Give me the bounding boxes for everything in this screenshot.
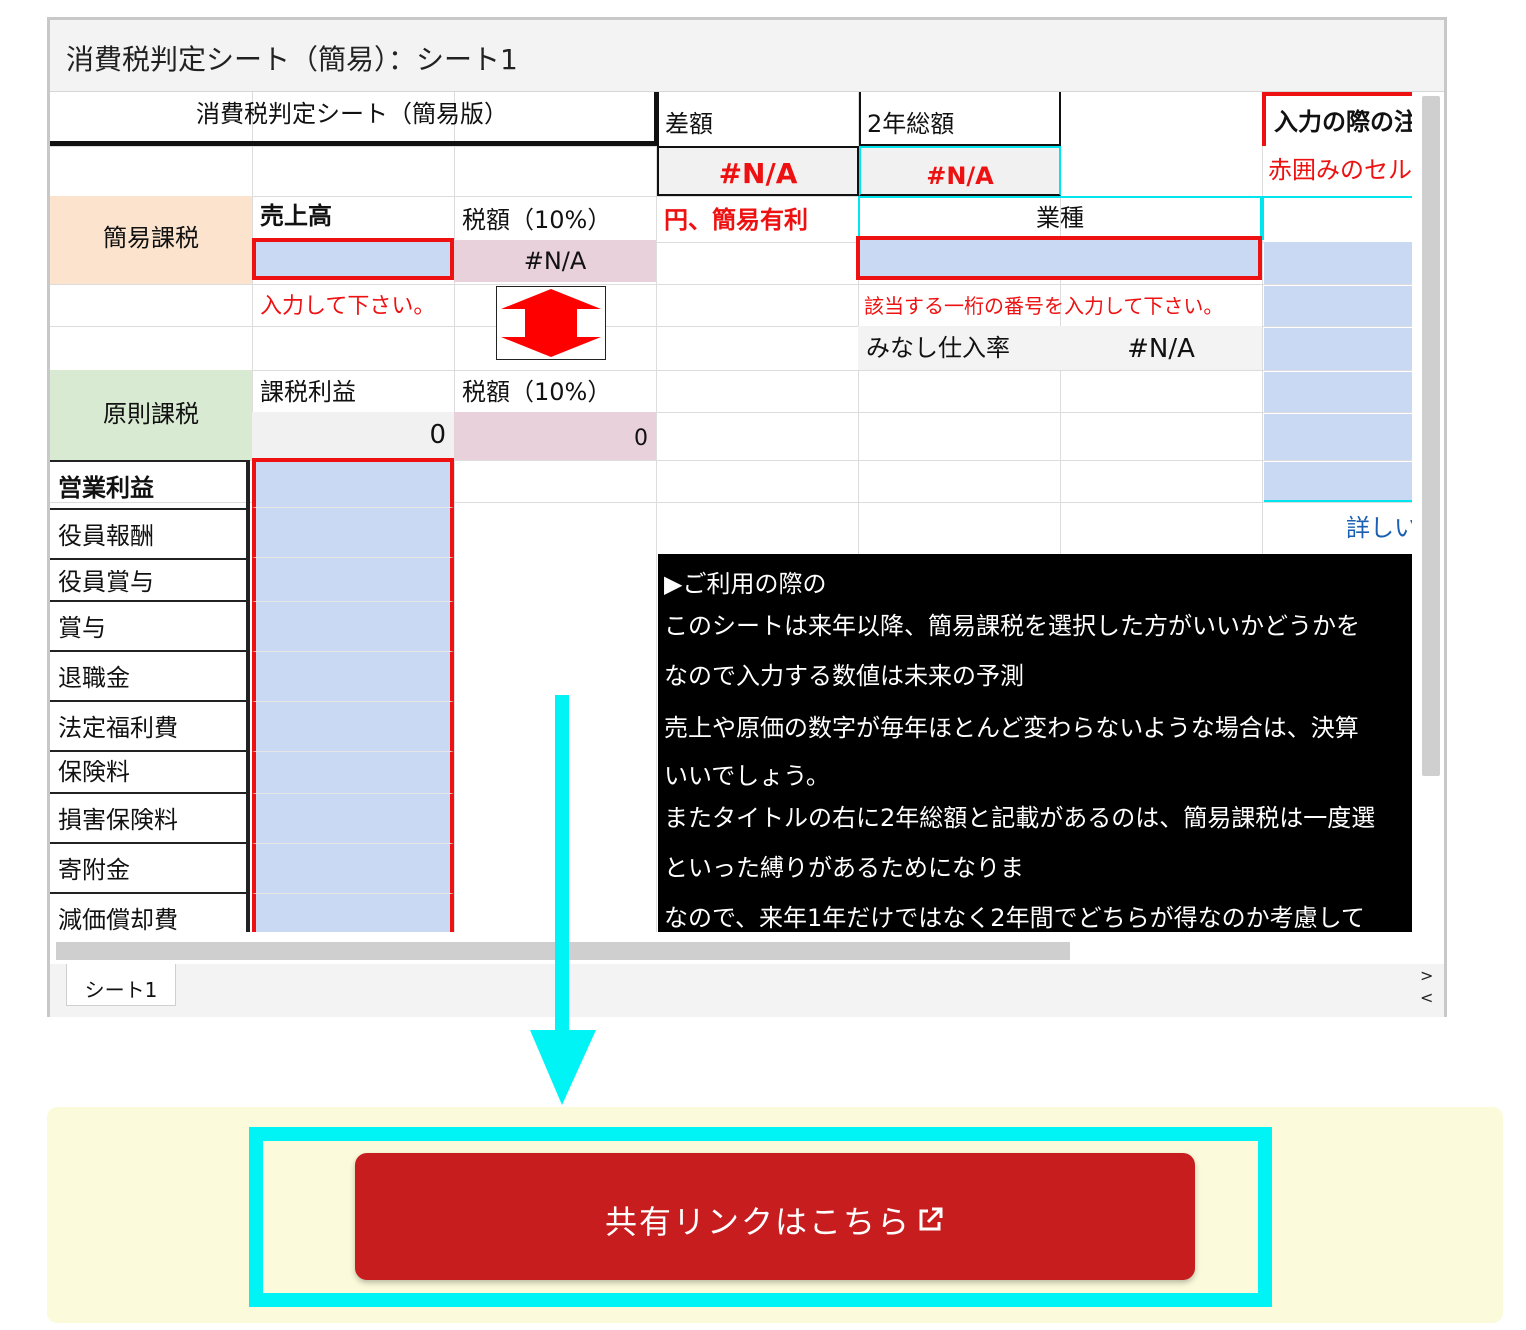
external-link-icon bbox=[915, 1205, 945, 1243]
expense-label: 減価償却費 bbox=[50, 894, 250, 932]
principle-tax-value[interactable]: 0 bbox=[454, 412, 656, 460]
principle-tax-label: 原則課税 bbox=[50, 370, 252, 460]
share-link-label: 共有リンクはこちら bbox=[604, 1203, 911, 1241]
expense-input[interactable] bbox=[252, 558, 454, 602]
principle-tax-10-label: 税額（10%） bbox=[462, 378, 612, 406]
taxable-profit-value[interactable]: 0 bbox=[252, 412, 454, 460]
expense-label: 退職金 bbox=[50, 652, 250, 702]
diff-value[interactable]: #N/A bbox=[657, 146, 859, 196]
expense-label: 賞与 bbox=[50, 602, 250, 652]
industry-prompt: 該当する一桁の番号を入力して下さい。 bbox=[864, 294, 1224, 318]
simple-tax-value[interactable]: #N/A bbox=[454, 240, 656, 282]
embed-title-bar: 消費税判定シート（簡易）：シート1 bbox=[50, 20, 1444, 92]
side-input-6[interactable] bbox=[1264, 462, 1412, 502]
two-year-label[interactable]: 2年総額 bbox=[859, 92, 1061, 146]
share-link-button[interactable]: 共有リンクはこちら bbox=[355, 1153, 1195, 1280]
expense-input[interactable] bbox=[252, 844, 454, 894]
sheet-header-title[interactable]: 消費税判定シート（簡易版） bbox=[50, 92, 654, 146]
simple-advantage-text: 円、簡易有利 bbox=[664, 206, 808, 234]
industry-label: 業種 bbox=[858, 196, 1262, 240]
input-notice-sub: 赤囲みのセル bbox=[1268, 156, 1412, 184]
sheet-tab-bar: シート1 > < bbox=[50, 964, 1444, 1017]
note-line: なので入力する数値は未来の予測 bbox=[664, 662, 1024, 690]
side-input-1[interactable] bbox=[1264, 242, 1412, 284]
note-line: ▶ご利用の際の bbox=[664, 570, 827, 598]
sales-input[interactable] bbox=[252, 238, 454, 280]
expense-label: 損害保険料 bbox=[50, 794, 250, 844]
diff-label[interactable]: 差額 bbox=[659, 92, 859, 146]
deemed-rate-value: #N/A bbox=[1060, 326, 1262, 370]
simple-tax-label: 簡易課税 bbox=[50, 196, 252, 284]
expense-label: 寄附金 bbox=[50, 844, 250, 894]
cyan-cell bbox=[1262, 196, 1412, 240]
taxable-profit-label: 課税利益 bbox=[260, 378, 356, 406]
note-line: いいでしょう。 bbox=[664, 762, 830, 790]
expense-label: 営業利益 bbox=[50, 460, 250, 510]
expense-input[interactable] bbox=[252, 702, 454, 752]
input-notice-header[interactable]: 入力の際の注 bbox=[1262, 92, 1412, 146]
sales-prompt: 入力して下さい。 bbox=[260, 294, 436, 319]
prev-sheet-button[interactable]: < bbox=[1420, 988, 1433, 1007]
tax-10-label: 税額（10%） bbox=[462, 206, 612, 234]
swap-arrows-icon bbox=[496, 286, 606, 360]
expense-input[interactable] bbox=[252, 894, 454, 932]
spreadsheet-grid: 消費税判定シート（簡易版） 差額 2年総額 入力の際の注 #N/A #N/A 赤… bbox=[50, 92, 1412, 932]
expense-label: 役員報酬 bbox=[50, 510, 250, 560]
industry-input[interactable] bbox=[856, 236, 1262, 280]
expense-input[interactable] bbox=[252, 602, 454, 652]
down-arrow-icon bbox=[530, 695, 596, 1105]
next-sheet-button[interactable]: > bbox=[1420, 966, 1433, 985]
sheet-tab-active[interactable]: シート1 bbox=[66, 964, 176, 1006]
side-input-3[interactable] bbox=[1264, 328, 1412, 370]
note-line: なので、来年1年だけではなく2年間でどちらが得なのか考慮して bbox=[664, 904, 1365, 932]
expense-input[interactable] bbox=[252, 752, 454, 794]
spreadsheet-embed: 消費税判定シート（簡易）：シート1 消費税判定シート（簡易版） 差額 2年総額 … bbox=[47, 17, 1447, 1017]
side-input-2[interactable] bbox=[1264, 286, 1412, 326]
deemed-rate-label: みなし仕入率 bbox=[858, 326, 1060, 370]
side-input-5[interactable] bbox=[1264, 414, 1412, 460]
expense-input[interactable] bbox=[252, 652, 454, 702]
note-line: といった縛りがあるためになりま bbox=[664, 854, 1024, 882]
embed-title: 消費税判定シート（簡易）：シート1 bbox=[66, 43, 518, 76]
expense-label: 保険料 bbox=[50, 752, 250, 794]
expense-label: 法定福利費 bbox=[50, 702, 250, 752]
details-link[interactable]: 詳しい bbox=[1346, 512, 1412, 552]
expense-input[interactable] bbox=[252, 794, 454, 844]
side-input-4[interactable] bbox=[1264, 372, 1412, 412]
note-line: このシートは来年以降、簡易課税を選択した方がいいかどうかを bbox=[664, 612, 1360, 640]
note-line: 売上や原価の数字が毎年ほとんど変わらないような場合は、決算 bbox=[664, 714, 1359, 742]
two-year-value[interactable]: #N/A bbox=[859, 146, 1061, 196]
expense-label: 役員賞与 bbox=[50, 560, 250, 602]
usage-note-box: ▶ご利用の際の このシートは来年以降、簡易課税を選択した方がいいかどうかを なの… bbox=[658, 554, 1412, 932]
expense-input[interactable] bbox=[252, 508, 454, 558]
sales-label: 売上高 bbox=[260, 202, 332, 230]
expense-input[interactable] bbox=[252, 458, 454, 508]
vertical-scrollbar[interactable] bbox=[1422, 96, 1440, 776]
note-line: またタイトルの右に2年総額と記載があるのは、簡易課税は一度選 bbox=[664, 804, 1376, 832]
